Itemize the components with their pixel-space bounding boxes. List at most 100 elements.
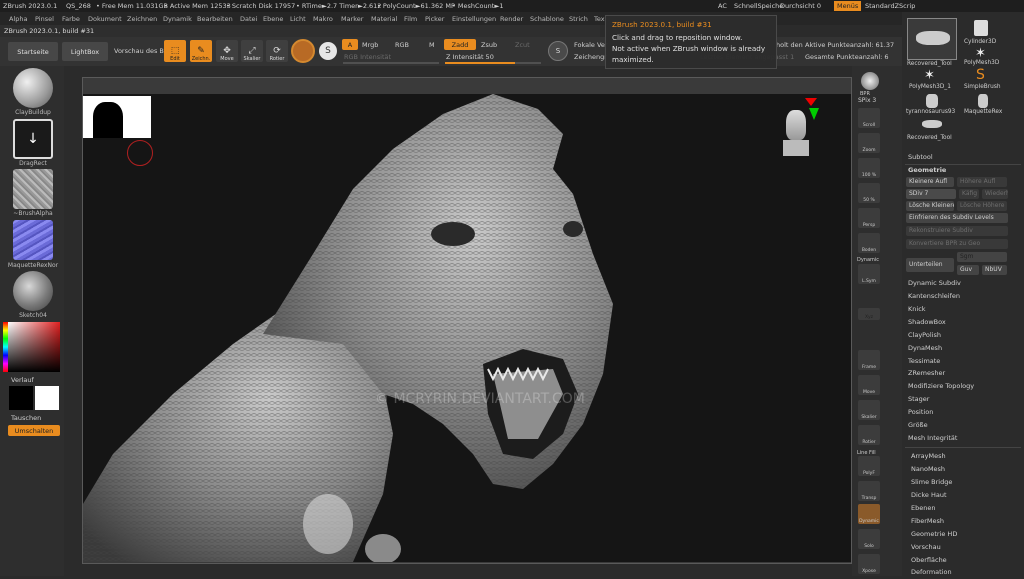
tool-subpanel[interactable]: Slime Bridge (911, 478, 1015, 489)
rgb-button[interactable]: RGB (395, 41, 409, 49)
quicksave-button[interactable]: SchnellSpeiche (734, 2, 783, 10)
geometry-subpanel[interactable]: ZRemesher (908, 369, 1012, 380)
scroll-button[interactable]: Scroll (858, 108, 880, 128)
trex-icon[interactable] (926, 94, 938, 108)
zcut-button[interactable]: Zcut (515, 41, 530, 49)
focal-label[interactable]: Fokale Ver (574, 41, 608, 49)
menu-item[interactable]: Dynamik (163, 15, 192, 23)
actual-size-button[interactable]: 100 % (858, 158, 880, 178)
rotate-button[interactable]: ⟳ Rotier (266, 40, 288, 62)
gradient-label[interactable]: Verlauf (11, 376, 34, 384)
local-sym-button[interactable]: L.Sym (858, 264, 880, 284)
reconstruct-subdiv-button[interactable]: Rekonstruiere Subdiv (906, 226, 1008, 236)
geometry-subpanel[interactable]: ClayPolish (908, 331, 1012, 342)
zoom-button[interactable]: Zoom (858, 133, 880, 153)
a-button[interactable]: A (342, 39, 358, 50)
z-intensity-slider[interactable]: Z Intensität 50 (446, 53, 494, 61)
sculptris-icon[interactable]: S (548, 41, 568, 61)
menu-item[interactable]: Licht (290, 15, 306, 23)
delete-higher-button[interactable]: Lösche Höhere (957, 201, 1007, 211)
xyz-button[interactable]: Xyz (858, 308, 880, 320)
menu-item[interactable]: Farbe (62, 15, 80, 23)
scale-view-button[interactable]: Skalier (858, 400, 880, 420)
rgb-intensity-slider[interactable]: RGB Intensität (344, 53, 391, 61)
color-picker[interactable] (8, 322, 60, 372)
menu-item[interactable]: Zeichnen (127, 15, 157, 23)
suv-toggle[interactable]: Guv (957, 265, 979, 275)
subtool-header[interactable]: Subtool (908, 153, 1012, 164)
tool-subpanel[interactable]: Oberfläche (911, 556, 1015, 567)
star-icon[interactable]: ✶ (924, 68, 935, 83)
draw-button[interactable]: ✎ Zeichn. (190, 40, 212, 62)
xpose-button[interactable]: Xpose (858, 554, 880, 574)
menu-item[interactable]: Render (500, 15, 523, 23)
preview-label[interactable]: Vorschau des Bi (114, 47, 166, 55)
tool-subpanel[interactable]: Geometrie HD (911, 530, 1015, 541)
solo-button[interactable]: Solo (858, 529, 880, 549)
convert-bpr-button[interactable]: Konvertiere BPR zu Geo (906, 239, 1008, 249)
cylinder-icon[interactable] (974, 20, 988, 36)
menu-item[interactable]: Makro (313, 15, 333, 23)
cage-button[interactable]: Käfig (959, 189, 979, 199)
menu-item[interactable]: Schablone (530, 15, 564, 23)
scale-button[interactable]: ⤢ Skalier (241, 40, 263, 62)
rebuild-button[interactable]: Wiederh (982, 189, 1008, 199)
quicksave-label[interactable]: QS_268 (66, 2, 91, 10)
tool-subpanel[interactable]: FiberMesh (911, 517, 1015, 528)
menu-item[interactable]: Dokument (88, 15, 122, 23)
tool-subpanel[interactable]: NanoMesh (911, 465, 1015, 476)
menu-item[interactable]: Einstellungen (452, 15, 496, 23)
lower-res-button[interactable]: Kleinere Aufl (906, 177, 954, 187)
tool-subpanel[interactable]: ArrayMesh (911, 452, 1015, 463)
move-view-button[interactable]: Move (858, 375, 880, 395)
menu-item[interactable]: Bearbeiten (197, 15, 233, 23)
draw-size-label[interactable]: Zeichengr (574, 53, 607, 61)
menu-item[interactable]: Alpha (9, 15, 27, 23)
geometry-subpanel[interactable]: Größe (908, 421, 1012, 432)
maquette-icon[interactable] (978, 94, 988, 108)
menu-item[interactable]: Pinsel (35, 15, 54, 23)
transparency-toggle[interactable]: Durchsicht 0 (780, 2, 821, 10)
geometry-subpanel[interactable]: Stager (908, 395, 1012, 406)
sphere-brush-icon[interactable]: S (319, 42, 337, 60)
alpha-thumbnail[interactable] (13, 169, 53, 209)
menu-item[interactable]: Tex (594, 15, 605, 23)
material-thumbnail[interactable] (13, 271, 53, 311)
menus-button[interactable]: Menüs (834, 1, 862, 11)
sdiv-slider[interactable]: SDiv 7 (906, 189, 956, 199)
m-button[interactable]: M (429, 41, 435, 49)
bpr-button[interactable] (861, 72, 879, 90)
spix-label[interactable]: SPix 3 (858, 97, 876, 104)
menu-item[interactable]: Marker (341, 15, 363, 23)
z-intensity-track[interactable] (445, 62, 541, 64)
switch-color-button[interactable]: Umschalten (8, 425, 60, 436)
tool-subpanel[interactable]: Ebenen (911, 504, 1015, 515)
default-zscript[interactable]: StandardZScrip (865, 2, 915, 10)
menu-item[interactable]: Film (404, 15, 417, 23)
menu-item[interactable]: Picker (425, 15, 444, 23)
geometry-subpanel[interactable]: Knick (908, 305, 1012, 316)
brush-thumbnail[interactable] (13, 68, 53, 108)
divide-button[interactable]: Unterteilen (906, 258, 954, 272)
delete-lower-button[interactable]: Lösche Kleinere (906, 201, 954, 211)
reuv-toggle[interactable]: NbUV (982, 265, 1007, 275)
tool-subpanel[interactable]: Deformation (911, 568, 1015, 579)
geometry-subpanel[interactable]: Mesh Integrität (908, 434, 1012, 445)
trex-icon[interactable] (922, 120, 942, 128)
geometry-subpanel[interactable]: ShadowBox (908, 318, 1012, 329)
simple-brush-icon[interactable]: S (976, 67, 985, 83)
lightbox-button[interactable]: LightBox (62, 42, 108, 61)
ac-label[interactable]: AC (718, 2, 727, 10)
secondary-color-swatch[interactable] (35, 386, 59, 410)
orientation-gizmo[interactable] (783, 98, 819, 156)
geometry-header[interactable]: Geometrie (908, 166, 1012, 177)
geometry-subpanel[interactable]: Tessimate (908, 357, 1012, 368)
tool-subpanel[interactable]: Vorschau (911, 543, 1015, 554)
primary-color-swatch[interactable] (9, 386, 33, 410)
rgb-intensity-track[interactable] (343, 62, 439, 64)
active-tool-thumbnail[interactable] (907, 18, 957, 60)
transparent-button[interactable]: Transp (858, 481, 880, 501)
higher-res-button[interactable]: Höhere Aufl (957, 177, 1007, 187)
navigation-thumbnail[interactable] (83, 96, 151, 138)
geometry-subpanel[interactable]: Kantenschleifen (908, 292, 1012, 303)
